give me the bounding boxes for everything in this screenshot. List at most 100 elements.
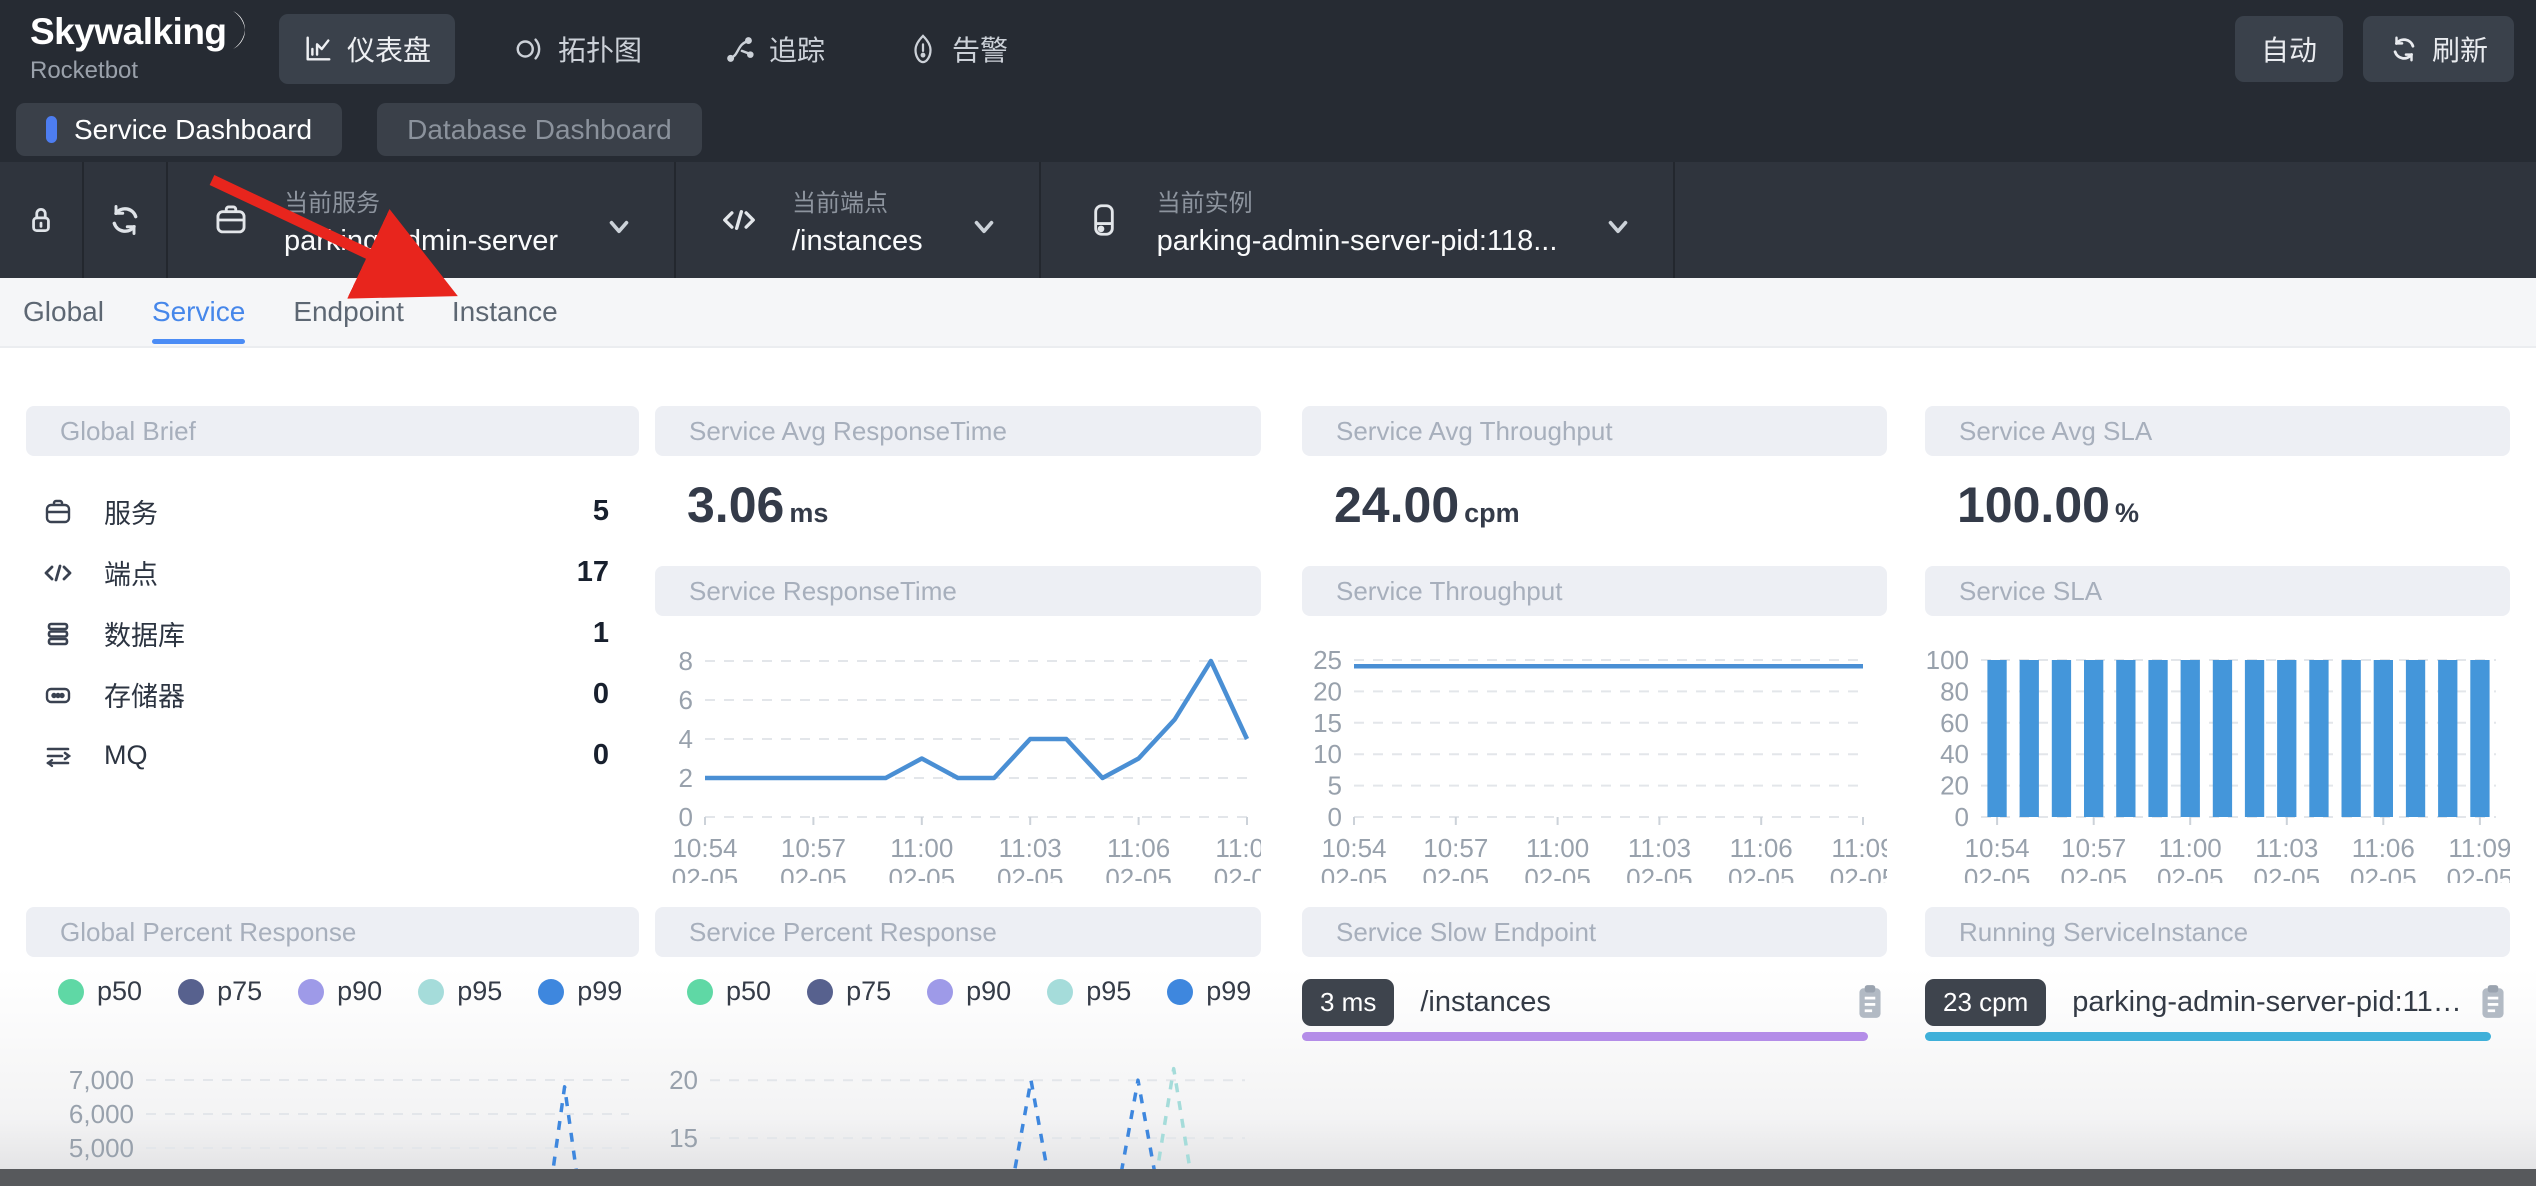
svg-text:11:00: 11:00 [1526, 833, 1589, 863]
svg-text:11:03: 11:03 [2255, 833, 2318, 863]
brief-label: 服务 [104, 492, 158, 531]
legend-item-p99[interactable]: p99 [538, 976, 622, 1007]
copy-icon[interactable] [2476, 983, 2510, 1021]
nav-label: 告警 [952, 29, 1008, 69]
legend-dot [538, 979, 564, 1005]
svg-text:6,000: 6,000 [69, 1099, 134, 1129]
nav-item-topology[interactable]: 拓扑图 [490, 14, 666, 84]
legend-item-p50[interactable]: p50 [687, 976, 771, 1007]
svg-text:0: 0 [1328, 802, 1342, 832]
crescent-icon [229, 9, 259, 53]
service-percent-response-legend: p50 p75 p90 p95 p99 [687, 976, 1251, 1007]
legend-item-p99[interactable]: p99 [1167, 976, 1251, 1007]
scope-tabs: Global Service Endpoint Instance [0, 278, 2536, 348]
metric-avg-sla: 100.00% [1957, 476, 2139, 534]
service-icon [42, 496, 74, 528]
service-throughput-chart: 051015202510:5402-0510:5702-0511:0002-05… [1302, 638, 1887, 883]
svg-text:20: 20 [1313, 676, 1342, 706]
svg-text:25: 25 [1313, 645, 1342, 675]
topology-icon [514, 34, 544, 64]
endpoint-icon [42, 557, 74, 589]
card-title-service-avg-responsetime: Service Avg ResponseTime [655, 406, 1261, 456]
tab-global[interactable]: Global [23, 278, 104, 346]
svg-text:02-05: 02-05 [1321, 863, 1388, 883]
card-title-service-avg-sla: Service Avg SLA [1925, 406, 2510, 456]
tab-service[interactable]: Service [152, 278, 245, 346]
tab-service-dashboard[interactable]: Service Dashboard [16, 103, 342, 156]
current-service-selector[interactable]: 当前服务 parking-admin-server [168, 183, 674, 258]
top-nav-bar: Skywalking Rocketbot 仪表盘 拓扑图 [0, 0, 2536, 97]
legend-item-p75[interactable]: p75 [807, 976, 891, 1007]
auto-refresh-button[interactable]: 自动 [2235, 16, 2343, 82]
svg-text:11:06: 11:06 [1730, 833, 1793, 863]
slow-endpoint-row: 3 ms /instances [1302, 971, 1887, 1033]
legend-item-p90[interactable]: p90 [298, 976, 382, 1007]
nav-item-dashboard[interactable]: 仪表盘 [279, 14, 455, 84]
database-icon [42, 618, 74, 650]
brief-label: MQ [104, 740, 148, 771]
auto-refresh-label: 自动 [2261, 29, 2317, 69]
svg-text:02-05: 02-05 [780, 863, 847, 883]
svg-text:02-05: 02-05 [1214, 863, 1261, 883]
selector-label: 当前服务 [284, 183, 558, 218]
svg-text:02-05: 02-05 [1728, 863, 1795, 883]
svg-text:11:00: 11:00 [890, 833, 953, 863]
service-responsetime-chart: 0246810:5402-0510:5702-0511:0002-0511:03… [655, 638, 1261, 883]
svg-text:02-05: 02-05 [889, 863, 956, 883]
refresh-button[interactable]: 刷新 [2363, 16, 2514, 82]
slow-endpoint-bar [1302, 1032, 1868, 1041]
divider [1673, 162, 1675, 278]
svg-text:02-05: 02-05 [1423, 863, 1490, 883]
brief-label: 数据库 [104, 614, 185, 653]
svg-text:02-05: 02-05 [1626, 863, 1693, 883]
skywalking-dashboard-page: Skywalking Rocketbot 仪表盘 拓扑图 [0, 0, 2536, 1186]
selector-value: /instances [792, 225, 923, 258]
legend-dot [687, 979, 713, 1005]
selector-bar: 当前服务 parking-admin-server 当前端点 /instance… [0, 162, 2536, 278]
current-instance-selector[interactable]: 当前实例 parking-admin-server-pid:118... [1041, 183, 1674, 258]
svg-text:100: 100 [1926, 645, 1969, 675]
legend-dot [927, 979, 953, 1005]
brief-row-cache: 存储器 0 [26, 664, 639, 725]
current-endpoint-selector[interactable]: 当前端点 /instances [676, 183, 1039, 258]
top-actions: 自动 刷新 [2235, 16, 2514, 82]
reload-selectors-button[interactable] [84, 202, 166, 238]
nav-item-trace[interactable]: 追踪 [701, 14, 849, 84]
cache-icon [42, 679, 74, 711]
selector-value: parking-admin-server [284, 225, 558, 258]
svg-text:02-05: 02-05 [1105, 863, 1172, 883]
svg-text:6: 6 [679, 685, 693, 715]
svg-text:11:03: 11:03 [1628, 833, 1691, 863]
skywalking-logo: Skywalking Rocketbot [30, 13, 265, 85]
card-title-global-brief: Global Brief [26, 406, 639, 456]
legend-dot [807, 979, 833, 1005]
legend-item-p75[interactable]: p75 [178, 976, 262, 1007]
tab-database-dashboard[interactable]: Database Dashboard [377, 103, 702, 156]
svg-text:02-05: 02-05 [2157, 863, 2224, 883]
nav-label: 追踪 [769, 29, 825, 69]
svg-text:02-05: 02-05 [2350, 863, 2417, 883]
brief-row-services: 服务 5 [26, 481, 639, 542]
svg-text:11:09: 11:09 [1215, 833, 1261, 863]
metric-avg-throughput: 24.00cpm [1334, 476, 1520, 534]
tab-instance[interactable]: Instance [452, 278, 558, 346]
tab-label: Service Dashboard [74, 114, 312, 146]
tab-endpoint[interactable]: Endpoint [293, 278, 404, 346]
chevron-down-icon [604, 212, 634, 242]
copy-icon[interactable] [1853, 983, 1887, 1021]
svg-text:15: 15 [669, 1123, 698, 1153]
legend-item-p90[interactable]: p90 [927, 976, 1011, 1007]
lock-button[interactable] [0, 203, 82, 237]
selector-value: parking-admin-server-pid:118... [1157, 225, 1558, 258]
legend-item-p50[interactable]: p50 [58, 976, 142, 1007]
legend-item-p95[interactable]: p95 [418, 976, 502, 1007]
brief-value: 17 [577, 556, 609, 589]
svg-text:60: 60 [1940, 708, 1969, 738]
logo-subtitle: Rocketbot [30, 57, 265, 85]
nav-label: 仪表盘 [347, 29, 431, 69]
card-title-service-sla: Service SLA [1925, 566, 2510, 616]
brief-value: 0 [593, 739, 609, 772]
legend-item-p95[interactable]: p95 [1047, 976, 1131, 1007]
nav-item-alarm[interactable]: 告警 [884, 14, 1032, 84]
svg-text:7,000: 7,000 [69, 1065, 134, 1095]
